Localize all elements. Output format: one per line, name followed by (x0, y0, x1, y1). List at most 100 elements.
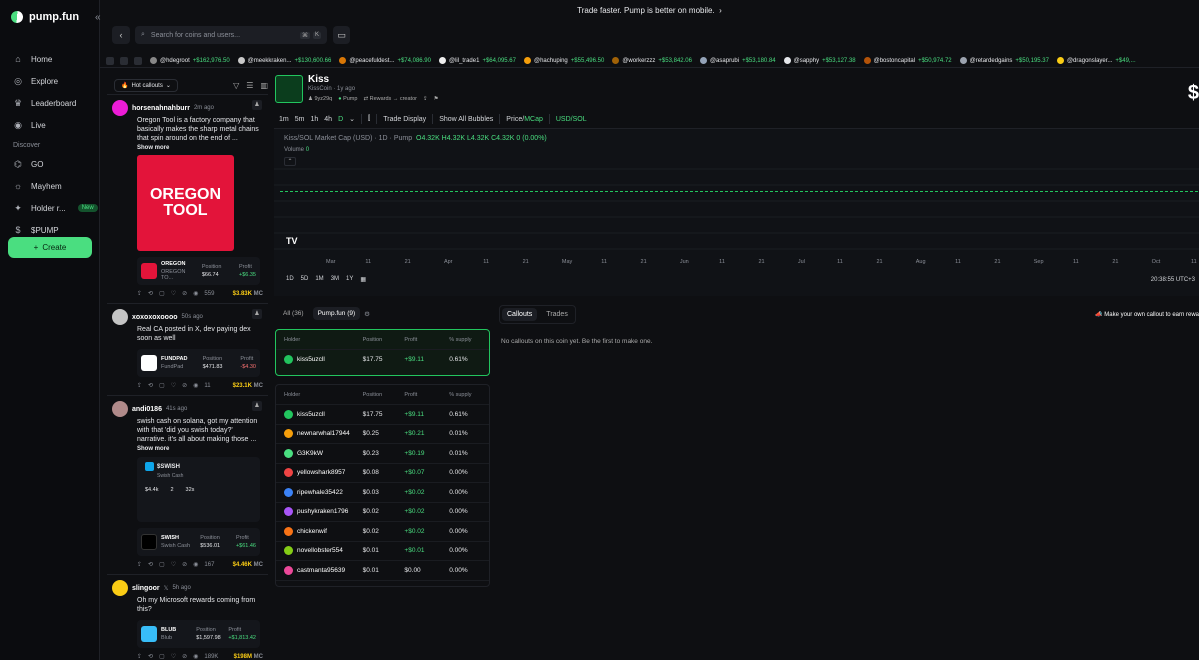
repost-icon[interactable]: ⟲ (148, 290, 153, 297)
post-username[interactable]: slingoor (132, 585, 160, 592)
holder-name[interactable]: chickenwif (297, 528, 327, 535)
tab-all-holders[interactable]: All (36) (278, 307, 309, 320)
brand-logo[interactable]: pump.fun (0, 0, 99, 26)
columns-icon[interactable]: ▥ (260, 81, 268, 90)
like-icon[interactable]: ♡ (171, 382, 176, 389)
nav-live[interactable]: ◉ Live (0, 114, 99, 136)
ticker-item[interactable]: @hachuping +$55,496.50 (523, 57, 604, 64)
table-row[interactable]: chickenwif $0.02 +$0.02 0.00% (276, 522, 489, 542)
link-icon[interactable]: ⊘ (182, 653, 187, 660)
follow-user-icon[interactable]: ♟ (252, 401, 262, 411)
link-icon[interactable]: ⊘ (182, 561, 187, 568)
creator-link[interactable]: ♟ 9yz29q (308, 96, 332, 102)
make-callout-link[interactable]: 📣 Make your own callout to earn rewa (1095, 311, 1199, 318)
candle-type-icon[interactable]: ⫿ (368, 115, 370, 123)
coin-card[interactable]: BLUB Blub Position $1,597.98 Profit +$1,813… (137, 620, 260, 648)
price-mcap-toggle[interactable]: Price/MCap (506, 116, 543, 123)
table-row[interactable]: G3K9kW $0.23 +$0.19 0.01% (276, 444, 489, 464)
clipboard-button[interactable]: ▭ (333, 26, 350, 44)
nav-mayhem[interactable]: ☼ Mayhem (0, 175, 99, 197)
create-button[interactable]: + Create (8, 237, 92, 258)
interval-dropdown-icon[interactable]: ⌄ (349, 115, 355, 123)
holder-name[interactable]: castmanta95639 (297, 567, 345, 574)
post-image[interactable]: OREGON TOOL (137, 155, 234, 251)
nav-explore[interactable]: ◎ Explore (0, 70, 99, 92)
table-row[interactable]: ripewhale35422 $0.03 +$0.02 0.00% (276, 483, 489, 503)
comment-icon[interactable]: ▢ (159, 653, 165, 660)
holder-name[interactable]: G3K9kW (297, 450, 323, 457)
ticker-item[interactable]: @meekkraken... +$130,600.66 (237, 57, 331, 64)
ticker-item[interactable]: @lil_trade1 +$64,095.67 (438, 57, 516, 64)
post-username[interactable]: andi0186 (132, 406, 162, 413)
search-bar[interactable]: ⌕ Search for coins and users... ⌘ K (135, 26, 327, 44)
post-username[interactable]: horsenahnahburr (132, 105, 190, 112)
tab-callouts[interactable]: Callouts (502, 308, 538, 321)
avatar[interactable] (112, 100, 128, 116)
follow-user-icon[interactable]: ♟ (252, 100, 262, 110)
interval-d[interactable]: D (338, 116, 343, 123)
share-icon[interactable]: ⇪ (137, 561, 142, 568)
ticker-item[interactable]: @bostoncapital +$50,974.72 (863, 57, 952, 64)
coin-card[interactable]: FUNDPAD FundPad Position $471.83 Profit -$4… (137, 349, 260, 377)
avatar[interactable] (112, 401, 128, 417)
table-row[interactable]: yellowshark8957 $0.08 +$0.07 0.00% (276, 464, 489, 483)
nav-holder-rewards[interactable]: ✦ Holder r... New (0, 197, 99, 219)
tradingview-logo-icon[interactable]: TV (286, 236, 298, 246)
range-1m[interactable]: 1M (315, 276, 323, 283)
show-more-link[interactable]: Show more (112, 145, 263, 151)
comment-icon[interactable]: ▢ (159, 561, 165, 568)
post-username[interactable]: xoxoxoxoooo (132, 314, 178, 321)
ticker-item[interactable]: @asaprubi +$53,180.84 (699, 57, 776, 64)
holder-name[interactable]: novellobster554 (297, 547, 343, 554)
table-row[interactable]: novellobster554 $0.01 +$0.01 0.00% (276, 542, 489, 561)
link-icon[interactable]: ⊘ (182, 382, 187, 389)
show-bubbles-toggle[interactable]: Show All Bubbles (439, 116, 493, 123)
table-row[interactable]: kiss5uzcll $17.75 +$9.11 0.61% (276, 350, 489, 370)
holder-name[interactable]: pushykraken1796 (297, 508, 348, 515)
tab-trades[interactable]: Trades (541, 308, 573, 321)
holder-name[interactable]: yellowshark8957 (297, 469, 345, 476)
list-icon[interactable] (134, 56, 142, 65)
like-icon[interactable]: ♡ (171, 561, 176, 568)
settings-icon[interactable] (106, 56, 114, 65)
link-icon[interactable]: ⊘ (182, 290, 187, 297)
interval-4h[interactable]: 4h (324, 116, 332, 123)
table-row[interactable]: kiss5uzcll $17.75 +$9.11 0.61% (276, 405, 489, 425)
follow-user-icon[interactable]: ♟ (252, 309, 262, 319)
holder-name[interactable]: newnarwhal17944 (297, 430, 350, 437)
filter-icon[interactable] (120, 56, 128, 65)
ticker-item[interactable]: @hdegroot +$162,976.50 (150, 57, 230, 64)
usd-sol-toggle[interactable]: USD/SOL (556, 116, 587, 123)
nav-home[interactable]: ⌂ Home (0, 48, 99, 70)
share-icon[interactable]: ⇪ (137, 290, 142, 297)
coin-card[interactable]: SWISH Swish Cash Position $536.01 Profit +$… (137, 528, 260, 556)
table-row[interactable]: castmanta95639 $0.01 $0.00 0.00% (276, 561, 489, 581)
table-row[interactable]: newnarwhal17944 $0.25 +$0.21 0.01% (276, 425, 489, 444)
settings-icon[interactable]: ⚙ (364, 310, 370, 318)
search-input[interactable]: Search for coins and users... (151, 32, 240, 39)
holder-name[interactable]: kiss5uzcll (297, 411, 325, 418)
holder-name[interactable]: kiss5uzcll (297, 356, 325, 363)
ticker-item[interactable]: @workerzzz +$53,842.06 (612, 57, 692, 64)
comment-icon[interactable]: ▢ (159, 290, 165, 297)
embedded-coin-card[interactable]: $SWISH Swish Cash $4.4k 2 32s (137, 457, 260, 522)
tab-pump-holders[interactable]: Pump.fun (9) (312, 307, 361, 320)
comment-icon[interactable]: ▢ (159, 382, 165, 389)
back-button[interactable]: ‹ (112, 26, 130, 44)
repost-icon[interactable]: ⟲ (148, 561, 153, 568)
share-icon[interactable]: ⇪ (423, 96, 428, 102)
mobile-banner[interactable]: Trade faster. Pump is better on mobile. … (100, 0, 1199, 20)
ticker-item[interactable]: @sapphy +$53,127.38 (783, 57, 856, 64)
filter-icon[interactable]: ▽ (233, 81, 239, 90)
flag-icon[interactable]: ⚑ (434, 96, 439, 102)
share-icon[interactable]: ⇪ (137, 382, 142, 389)
ticker-item[interactable]: @peacefuldest... +$74,086.90 (339, 57, 431, 64)
coin-card[interactable]: OREGON OREGON TO... Position $66.74 Profit… (137, 257, 260, 285)
coin-image[interactable] (275, 75, 303, 103)
share-icon[interactable]: ⇪ (137, 653, 142, 660)
table-row[interactable]: pushykraken1796 $0.02 +$0.02 0.00% (276, 503, 489, 522)
nav-leaderboard[interactable]: ♛ Leaderboard (0, 92, 99, 114)
feed-filter-dropdown[interactable]: 🔥 Hot callouts ⌄ (114, 79, 178, 92)
calendar-icon[interactable]: ▦ (360, 276, 366, 283)
avatar[interactable] (112, 580, 128, 596)
